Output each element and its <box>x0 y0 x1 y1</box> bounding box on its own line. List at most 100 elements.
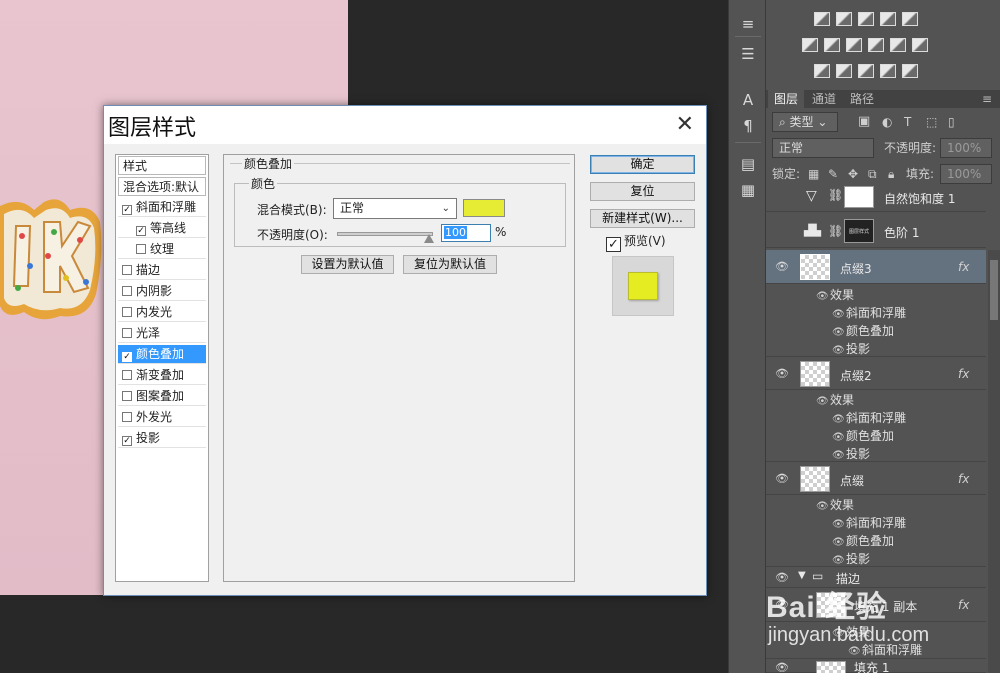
checkbox[interactable] <box>122 391 132 401</box>
lock-image-icon[interactable]: ✎ <box>828 164 838 184</box>
eye-icon[interactable]: 👁︎ <box>832 519 846 530</box>
exposure-icon[interactable] <box>880 12 896 26</box>
style-item[interactable]: 纹理 <box>118 240 206 259</box>
fx-icon[interactable]: fx <box>958 260 969 274</box>
lock-position-icon[interactable]: ✥ <box>848 164 858 184</box>
visibility-toggle[interactable] <box>774 225 790 237</box>
selective-color-icon[interactable] <box>880 64 896 78</box>
visibility-eye-icon[interactable]: 👁︎ <box>774 662 790 673</box>
effect-item[interactable]: 👁︎投影 <box>832 340 870 357</box>
checkbox[interactable] <box>122 370 132 380</box>
info-icon[interactable]: ▦ <box>737 180 759 200</box>
black-white-icon[interactable] <box>846 38 862 52</box>
eye-icon[interactable]: 👁︎ <box>832 537 846 548</box>
checkbox[interactable] <box>122 286 132 296</box>
visibility-toggle[interactable] <box>774 191 790 203</box>
preview-checkbox[interactable]: ✓ 预览(V) <box>606 232 666 252</box>
styles-header[interactable]: 样式 <box>118 156 206 175</box>
dialog-titlebar[interactable]: 图层样式 ✕ <box>104 106 706 144</box>
hue-saturation-icon[interactable] <box>802 38 818 52</box>
new-style-button[interactable]: 新建样式(W)... <box>590 209 695 228</box>
style-item[interactable]: 内发光 <box>118 303 206 322</box>
tab-layers[interactable]: 图层 <box>768 90 805 108</box>
layer-name[interactable]: 填充 1 <box>854 659 889 673</box>
visibility-eye-icon[interactable]: 👁︎ <box>774 473 790 485</box>
style-item[interactable]: 外发光 <box>118 408 206 427</box>
set-default-button[interactable]: 设置为默认值 <box>301 255 394 274</box>
layer-name[interactable]: 色阶 1 <box>884 224 919 241</box>
effect-item[interactable]: 👁︎斜面和浮雕 <box>832 409 906 426</box>
layers-scrollbar[interactable] <box>988 250 1000 673</box>
fx-icon[interactable]: fx <box>958 472 969 486</box>
checkbox-checked[interactable]: ✓ <box>122 436 132 446</box>
effects-header[interactable]: 👁︎效果 <box>816 391 854 408</box>
eye-icon[interactable]: 👁︎ <box>816 396 830 407</box>
panel-menu-icon[interactable]: ≡ <box>976 90 998 108</box>
effect-item[interactable]: 👁︎投影 <box>832 550 870 567</box>
opacity-input[interactable]: 100 <box>441 224 491 242</box>
layer-row[interactable]: 👁︎ 填充 1 <box>766 658 986 673</box>
photo-filter-icon[interactable] <box>868 38 884 52</box>
lock-all-icon[interactable]: 🔒︎ <box>888 164 894 184</box>
eye-icon[interactable]: 👁︎ <box>832 345 846 356</box>
style-item[interactable]: 内阴影 <box>118 282 206 301</box>
fx-icon[interactable]: fx <box>958 367 969 381</box>
reset-button[interactable]: 复位 <box>590 182 695 201</box>
reset-default-button[interactable]: 复位为默认值 <box>403 255 497 274</box>
checkbox-checked[interactable]: ✓ <box>122 352 132 362</box>
eye-icon[interactable]: 👁︎ <box>832 555 846 566</box>
opacity-field[interactable]: 100% <box>940 138 992 158</box>
checkbox-checked[interactable]: ✓ <box>122 205 132 215</box>
gradient-map-icon[interactable] <box>902 64 918 78</box>
paragraph-icon[interactable]: ¶ <box>737 116 759 136</box>
notes-icon[interactable]: ▤ <box>737 154 759 174</box>
properties-icon[interactable]: ☰ <box>737 44 759 64</box>
style-item[interactable]: 渐变叠加 <box>118 366 206 385</box>
checkbox[interactable] <box>122 328 132 338</box>
blending-options-item[interactable]: 混合选项:默认 <box>118 177 206 196</box>
style-item[interactable]: ✓ 投影 <box>118 429 206 448</box>
filter-shape-icon[interactable]: ⬚ <box>926 112 937 132</box>
color-lookup-icon[interactable] <box>912 38 928 52</box>
threshold-icon[interactable] <box>858 64 874 78</box>
layer-name[interactable]: 点缀2 <box>840 367 872 384</box>
effect-item[interactable]: 👁︎斜面和浮雕 <box>832 514 906 531</box>
visibility-eye-icon[interactable]: 👁︎ <box>774 261 790 273</box>
style-item[interactable]: ✓ 颜色叠加 <box>118 345 206 364</box>
eye-icon[interactable]: 👁︎ <box>832 309 846 320</box>
filter-type-icon[interactable]: T <box>904 112 911 132</box>
history-icon[interactable]: ≡ <box>737 14 759 34</box>
opacity-slider-thumb[interactable] <box>424 234 434 243</box>
checkbox[interactable] <box>122 412 132 422</box>
eye-icon[interactable]: 👁︎ <box>816 291 830 302</box>
curves-icon[interactable] <box>858 12 874 26</box>
style-item[interactable]: 光泽 <box>118 324 206 343</box>
blend-mode-select[interactable]: 正常 <box>772 138 874 158</box>
effects-header[interactable]: 👁︎效果 <box>816 286 854 303</box>
checkbox[interactable] <box>122 265 132 275</box>
color-balance-icon[interactable] <box>824 38 840 52</box>
expand-arrow-icon[interactable]: ▼ <box>798 570 806 581</box>
overlay-color-swatch[interactable] <box>463 199 505 217</box>
tab-channels[interactable]: 通道 <box>806 90 842 108</box>
lock-transparent-icon[interactable]: ▦ <box>808 164 819 184</box>
tab-paths[interactable]: 路径 <box>844 90 880 108</box>
eye-icon[interactable]: 👁︎ <box>832 327 846 338</box>
eye-icon[interactable]: 👁︎ <box>832 432 846 443</box>
opacity-slider-track[interactable] <box>337 232 433 236</box>
effect-item[interactable]: 👁︎颜色叠加 <box>832 532 894 549</box>
posterize-icon[interactable] <box>836 64 852 78</box>
levels-icon[interactable] <box>836 12 852 26</box>
scrollbar-thumb[interactable] <box>990 260 998 320</box>
artboard-icon[interactable]: ⧉ <box>868 164 877 184</box>
layer-row-selected[interactable]: 👁︎ 点缀3 fx <box>766 250 986 284</box>
checkbox[interactable] <box>122 307 132 317</box>
layer-name[interactable]: 点缀3 <box>840 260 872 277</box>
visibility-eye-icon[interactable]: 👁︎ <box>774 368 790 380</box>
brightness-icon[interactable] <box>814 12 830 26</box>
kind-filter-select[interactable]: ⌕ 类型 ⌄ <box>772 112 838 132</box>
layer-name[interactable]: 点缀 <box>840 472 864 489</box>
ok-button[interactable]: 确定 <box>590 155 695 174</box>
layer-row[interactable]: ▟▙ ⛓︎ 图层样式 色阶 1 <box>766 214 986 248</box>
style-item[interactable]: 描边 <box>118 261 206 280</box>
